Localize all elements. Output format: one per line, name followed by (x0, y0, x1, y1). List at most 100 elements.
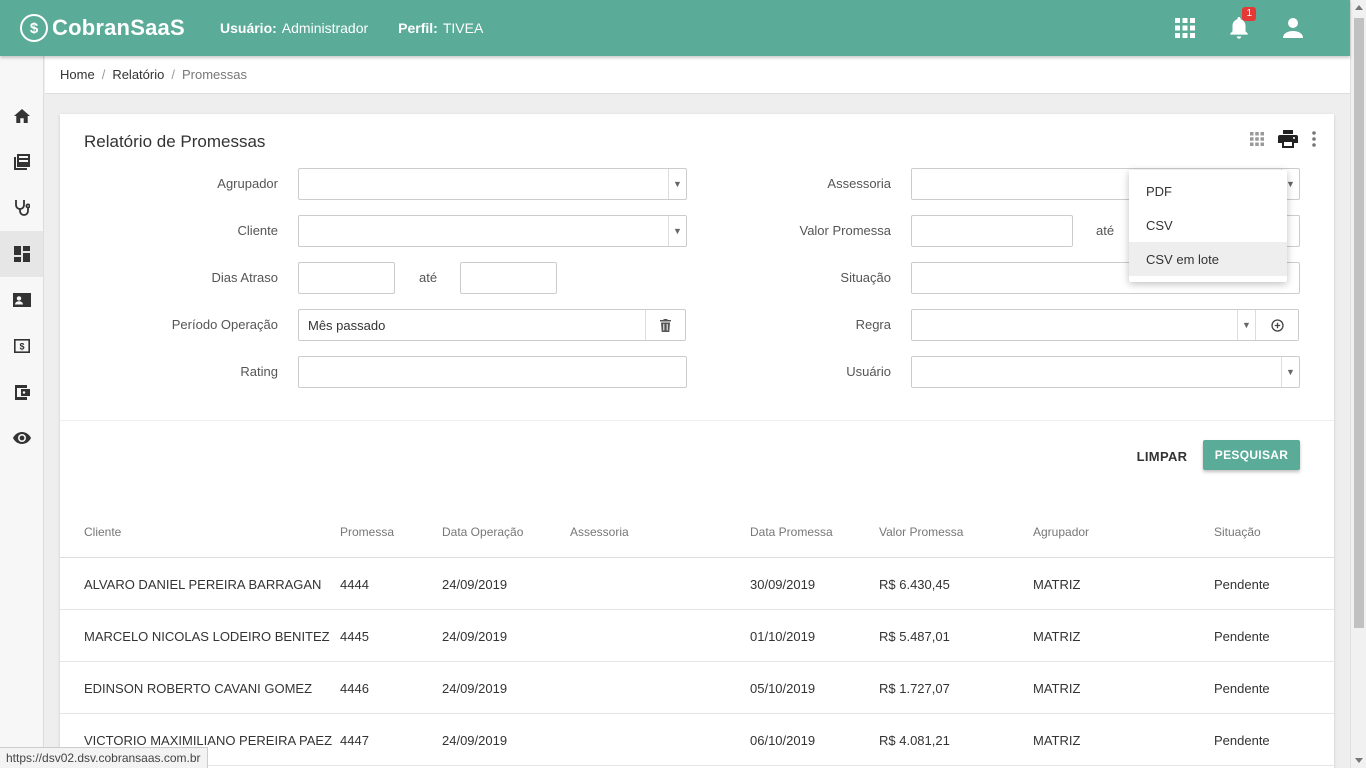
clear-period-button[interactable] (645, 310, 685, 340)
scroll-down-arrow-icon[interactable] (1355, 758, 1363, 763)
cell-data-operacao: 24/09/2019 (442, 680, 508, 696)
wallet-icon (14, 384, 30, 400)
notifications-button[interactable]: 1 (1212, 0, 1266, 56)
breadcrumb: Home / Relatório / Promessas (45, 56, 1350, 94)
breadcrumb-home[interactable]: Home (60, 67, 95, 82)
regra-select[interactable]: ▼ (911, 309, 1299, 341)
dias-atraso-to-input[interactable] (460, 262, 557, 294)
cell-valor-promessa: R$ 1.727,07 (879, 680, 950, 696)
top-app-bar: $ CobranSaaS Usuário: Administrador Perfi… (0, 0, 1350, 56)
table-row[interactable]: VICTORIO MAXIMILIANO PEREIRA PAEZ 4447 2… (60, 714, 1334, 766)
rating-input[interactable] (298, 356, 687, 388)
clear-button[interactable]: LIMPAR (1130, 440, 1194, 472)
cliente-label: Cliente (237, 223, 278, 238)
column-header-situacao[interactable]: Situação (1214, 506, 1261, 558)
breadcrumb-relatorio[interactable]: Relatório (112, 67, 164, 82)
apps-grid-icon (1175, 18, 1195, 38)
agrupador-label: Agrupador (217, 176, 278, 191)
column-header-cliente[interactable]: Cliente (84, 506, 121, 558)
table-row[interactable]: MARCELO NICOLAS LODEIRO BENITEZ 4445 24/… (60, 610, 1334, 662)
cell-valor-promessa: R$ 4.081,21 (879, 732, 950, 748)
periodo-operacao-value: Mês passado (308, 317, 386, 333)
sidebar-item-book[interactable] (0, 139, 43, 185)
columns-grid-button[interactable] (1250, 132, 1264, 146)
scroll-up-arrow-icon[interactable] (1355, 5, 1363, 10)
cell-data-promessa: 30/09/2019 (750, 576, 816, 592)
add-circle-icon (1270, 318, 1284, 332)
cell-promessa: 4444 (340, 576, 369, 592)
dias-atraso-between-label: até (419, 270, 438, 285)
column-header-agrupador[interactable]: Agrupador (1033, 506, 1089, 558)
chevron-down-icon[interactable]: ▼ (1281, 357, 1299, 387)
periodo-operacao-field[interactable]: Mês passado (298, 309, 686, 341)
page-scrollbar[interactable] (1350, 0, 1366, 768)
user-value: Administrador (281, 20, 369, 36)
chevron-down-icon[interactable]: ▼ (668, 216, 686, 246)
user-account-button[interactable] (1266, 0, 1320, 56)
dias-atraso-label: Dias Atraso (211, 270, 278, 285)
cell-cliente: ALVARO DANIEL PEREIRA BARRAGAN (84, 576, 322, 592)
cell-situacao: Pendente (1214, 576, 1270, 592)
table-row[interactable]: ALVARO DANIEL PEREIRA BARRAGAN 4444 24/0… (60, 558, 1334, 610)
situacao-label: Situação (840, 270, 891, 285)
valor-promessa-between-label: até (1096, 223, 1115, 238)
cell-valor-promessa: R$ 5.487,01 (879, 628, 950, 644)
column-header-assessoria[interactable]: Assessoria (570, 506, 629, 558)
column-header-data-operacao[interactable]: Data Operação (442, 506, 523, 558)
filters-divider (60, 420, 1334, 421)
column-header-data-promessa[interactable]: Data Promessa (750, 506, 833, 558)
cell-data-operacao: 24/09/2019 (442, 732, 508, 748)
periodo-operacao-label: Período Operação (171, 317, 278, 332)
home-icon (13, 109, 30, 123)
sidebar-item-dashboard[interactable] (0, 231, 43, 277)
sidebar-item-home[interactable] (0, 93, 43, 139)
cell-agrupador: MATRIZ (1033, 628, 1081, 644)
usuario-select[interactable]: ▼ (911, 356, 1300, 388)
column-header-promessa[interactable]: Promessa (340, 506, 394, 558)
export-pdf-item[interactable]: PDF (1129, 174, 1287, 208)
export-csv-item[interactable]: CSV (1129, 208, 1287, 242)
more-vertical-icon (1312, 131, 1316, 147)
app-logo[interactable]: $ CobranSaaS (20, 14, 220, 42)
regra-add-button[interactable] (1255, 310, 1298, 340)
export-csv-batch-item[interactable]: CSV em lote (1129, 242, 1287, 276)
breadcrumb-separator: / (171, 67, 175, 82)
breadcrumb-separator: / (101, 67, 106, 82)
cell-promessa: 4446 (340, 680, 369, 696)
cell-agrupador: MATRIZ (1033, 576, 1081, 592)
svg-text:$: $ (19, 342, 24, 352)
notification-badge: 1 (1242, 7, 1256, 21)
sidebar-item-money[interactable]: $ (0, 323, 43, 369)
valor-promessa-from-input[interactable] (911, 215, 1073, 247)
cell-situacao: Pendente (1214, 680, 1270, 696)
sidebar-item-stethoscope[interactable] (0, 185, 43, 231)
cell-data-promessa: 01/10/2019 (750, 628, 816, 644)
sidebar-item-wallet[interactable] (0, 369, 43, 415)
cell-situacao: Pendente (1214, 628, 1270, 644)
regra-label: Regra (855, 317, 891, 332)
apps-grid-button[interactable] (1158, 0, 1212, 56)
dias-atraso-from-input[interactable] (298, 262, 395, 294)
stethoscope-icon (14, 200, 30, 216)
chevron-down-icon[interactable]: ▼ (1237, 310, 1255, 340)
more-options-button[interactable] (1312, 131, 1316, 147)
card-toolbar (1236, 130, 1316, 148)
search-button[interactable]: PESQUISAR (1203, 440, 1300, 470)
table-row[interactable]: EDINSON ROBERTO CAVANI GOMEZ 4446 24/09/… (60, 662, 1334, 714)
sidebar-item-contacts[interactable] (0, 277, 43, 323)
columns-grid-icon (1250, 132, 1264, 146)
cell-agrupador: MATRIZ (1033, 732, 1081, 748)
person-icon (1283, 18, 1303, 38)
print-button[interactable] (1278, 130, 1298, 148)
browser-status-url: https://dsv02.dsv.cobransaas.com.br (0, 747, 208, 768)
cell-promessa: 4447 (340, 732, 369, 748)
cliente-select[interactable]: ▼ (298, 215, 687, 247)
sidebar-item-view[interactable] (0, 415, 43, 461)
agrupador-select[interactable]: ▼ (298, 168, 687, 200)
valor-promessa-label: Valor Promessa (799, 223, 891, 238)
cell-promessa: 4445 (340, 628, 369, 644)
cell-valor-promessa: R$ 6.430,45 (879, 576, 950, 592)
scroll-thumb[interactable] (1354, 18, 1364, 628)
column-header-valor-promessa[interactable]: Valor Promessa (879, 506, 963, 558)
chevron-down-icon[interactable]: ▼ (668, 169, 686, 199)
